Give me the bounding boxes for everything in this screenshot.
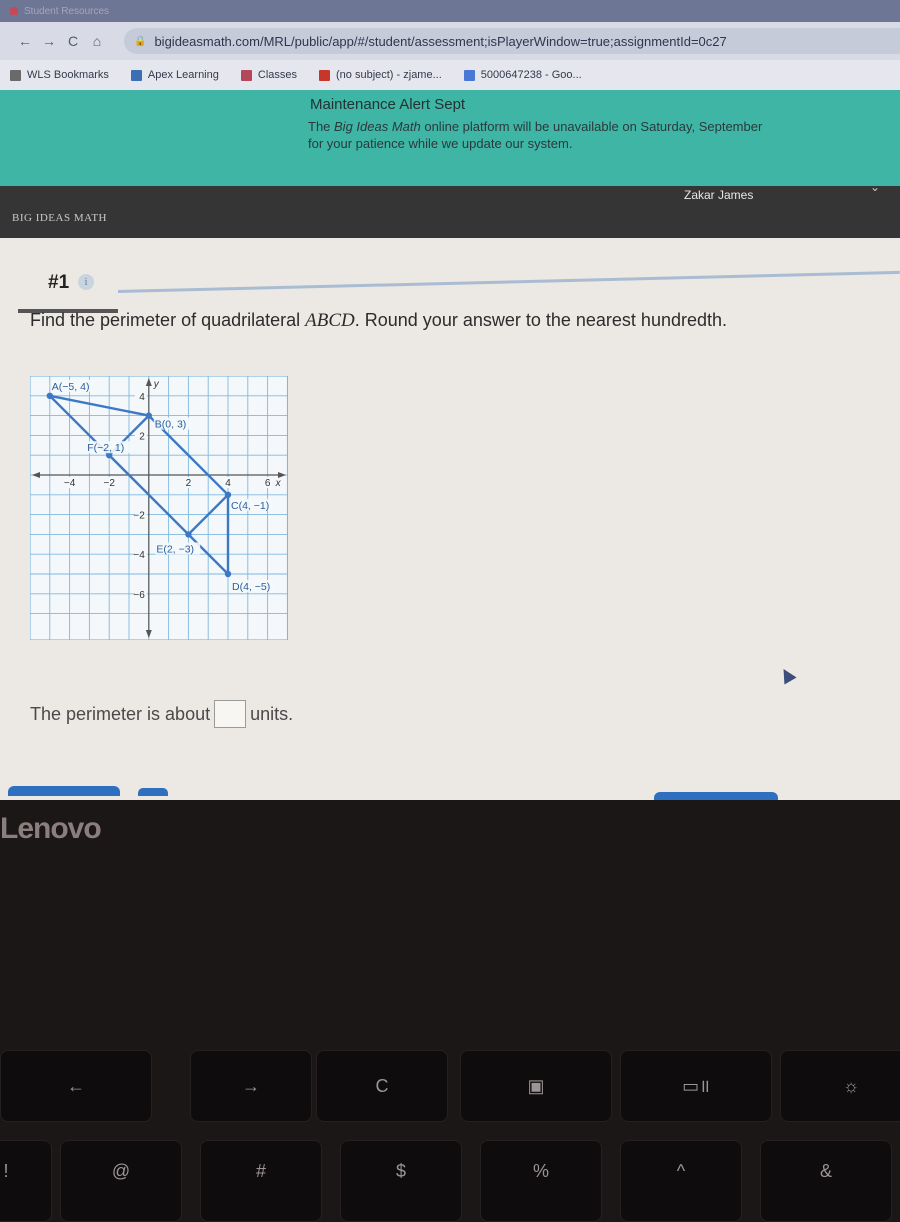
- point-label-F: F(−2, 1): [87, 442, 124, 454]
- x-tick-label: −4: [64, 478, 76, 489]
- point-label-C: C(4, −1): [231, 500, 269, 512]
- answer-prefix: The perimeter is about: [30, 703, 211, 724]
- bookmark-label: (no subject) - zjame...: [336, 69, 442, 81]
- x-tick-label: 6: [265, 478, 271, 489]
- point-E: [185, 531, 192, 538]
- classroom-icon: [240, 69, 252, 81]
- y-tick-label: 2: [139, 431, 145, 442]
- bookmark-item[interactable]: (no subject) - zjame...: [319, 69, 442, 81]
- browser-toolbar: ← → C ⌂ 🔒 bigideasmath.com/MRL/public/ap…: [0, 22, 900, 60]
- alert-body-prefix: The: [308, 119, 335, 134]
- mouse-cursor-icon: [777, 665, 797, 685]
- bookmark-item[interactable]: WLS Bookmarks: [10, 69, 109, 81]
- tab-favicon-icon: [10, 7, 18, 15]
- point-label-E: E(2, −3): [156, 543, 194, 555]
- perimeter-answer-input[interactable]: [214, 700, 247, 728]
- info-icon[interactable]: i: [78, 274, 94, 290]
- x-tick-label: −2: [103, 478, 115, 489]
- bookmarks-bar: WLS Bookmarks Apex Learning Classes (no sub…: [0, 60, 900, 90]
- point-label-B: B(0, 3): [155, 419, 187, 431]
- y-axis-label: y: [153, 379, 160, 390]
- browser-tab[interactable]: Student Resources: [10, 2, 150, 20]
- keyboard-key-top[interactable]: ☼: [780, 1050, 900, 1122]
- y-tick-label: −4: [133, 550, 145, 561]
- keyboard-key-bottom[interactable]: !: [0, 1140, 52, 1222]
- taskbar-button[interactable]: [8, 786, 120, 796]
- y-tick-label: −2: [133, 511, 145, 522]
- keyboard-key-bottom[interactable]: ^: [620, 1140, 742, 1222]
- brand-logo: BIG IDEAS MATH: [12, 212, 107, 224]
- point-D: [224, 570, 232, 578]
- home-button[interactable]: ⌂: [86, 33, 108, 49]
- prompt-shape-name: ABCD: [305, 310, 355, 331]
- bookmark-item[interactable]: 5000647238 - Goo...: [463, 69, 582, 81]
- folder-icon: [10, 69, 21, 81]
- keyboard-key-bottom[interactable]: #: [200, 1140, 322, 1222]
- bookmark-label: Apex Learning: [147, 69, 219, 81]
- app-header: BIG IDEAS MATH Zakar James ⌄: [0, 180, 900, 238]
- keyboard-key-top[interactable]: →: [190, 1050, 312, 1122]
- apex-icon: [130, 69, 142, 81]
- x-tick-label: 4: [225, 478, 231, 489]
- laptop-brand-logo: Lenovo: [0, 812, 102, 845]
- bookmark-label: Classes: [257, 69, 297, 81]
- url-text: bigideasmath.com/MRL/public/app/#/studen…: [154, 33, 727, 49]
- answer-row: The perimeter is about units.: [30, 700, 293, 728]
- bookmark-item[interactable]: Apex Learning: [130, 69, 219, 81]
- alert-body-suffix: online platform will be unavailable on S…: [420, 119, 763, 134]
- prompt-text-end: . Round your answer to the nearest hundr…: [354, 310, 727, 330]
- alert-body-product: Big Ideas Math: [334, 119, 421, 134]
- taskbar-button[interactable]: [138, 788, 168, 796]
- coordinate-graph: −4 −2 2 4 6 x 4 2 −2 −4 −6 y A(−5, 4) B(0, 3) C(4, −1)…: [30, 376, 288, 640]
- answer-suffix: units.: [250, 703, 294, 724]
- keyboard-key-top[interactable]: ▣: [460, 1050, 612, 1122]
- laptop-screen: Student Resources ← → C ⌂ 🔒 bigideasmath…: [0, 0, 900, 800]
- question-panel: #1 i Find the perimeter of quadrilateral…: [0, 238, 900, 800]
- y-tick-label: −6: [133, 590, 145, 601]
- point-B: [145, 412, 152, 419]
- keyboard-key-bottom[interactable]: &: [760, 1140, 892, 1222]
- point-label-A: A(−5, 4): [52, 381, 90, 393]
- keyboard-key-top[interactable]: C: [316, 1050, 448, 1122]
- y-tick-label: 4: [139, 392, 145, 403]
- question-prompt: Find the perimeter of quadrilateral ABCD…: [30, 310, 727, 332]
- point-label-D: D(4, −5): [232, 581, 270, 593]
- tab-title: Student Resources: [24, 5, 110, 17]
- back-button[interactable]: ←: [14, 33, 36, 49]
- forward-button[interactable]: →: [38, 33, 60, 49]
- bookmark-label: WLS Bookmarks: [27, 69, 109, 81]
- point-A: [46, 392, 53, 399]
- gmail-icon: [319, 69, 330, 81]
- reload-button[interactable]: C: [62, 33, 84, 49]
- address-bar[interactable]: 🔒 bigideasmath.com/MRL/public/app/#/stud…: [124, 28, 900, 54]
- bookmark-label: 5000647238 - Goo...: [480, 69, 582, 81]
- x-axis-label: x: [275, 478, 282, 489]
- progress-divider: [117, 270, 900, 293]
- alert-body: The Big Ideas Math online platform will …: [308, 118, 900, 152]
- maintenance-alert-banner: Maintenance Alert Sept The Big Ideas Mat…: [0, 90, 900, 190]
- taskbar-button[interactable]: [654, 792, 778, 800]
- keyboard-key-top[interactable]: ▭॥: [620, 1050, 772, 1122]
- alert-title: Maintenance Alert Sept: [310, 96, 466, 113]
- browser-tab-strip: Student Resources: [0, 0, 900, 22]
- point-C: [224, 491, 232, 498]
- keyboard-key-bottom[interactable]: @: [60, 1140, 182, 1222]
- keyboard-key-bottom[interactable]: $: [340, 1140, 462, 1222]
- lock-icon: 🔒: [134, 35, 147, 47]
- prompt-text: Find the perimeter of quadrilateral: [30, 310, 306, 330]
- user-name[interactable]: Zakar James: [684, 188, 753, 202]
- question-number: #1: [48, 272, 70, 293]
- google-icon: [463, 69, 475, 81]
- keyboard-key-top[interactable]: ←: [0, 1050, 152, 1122]
- x-tick-label: 2: [186, 478, 192, 489]
- bookmark-item[interactable]: Classes: [240, 69, 297, 81]
- keyboard-key-bottom[interactable]: %: [480, 1140, 602, 1222]
- alert-body-line2: for your patience while we update our sy…: [308, 136, 573, 151]
- chevron-down-icon[interactable]: ⌄: [870, 180, 880, 194]
